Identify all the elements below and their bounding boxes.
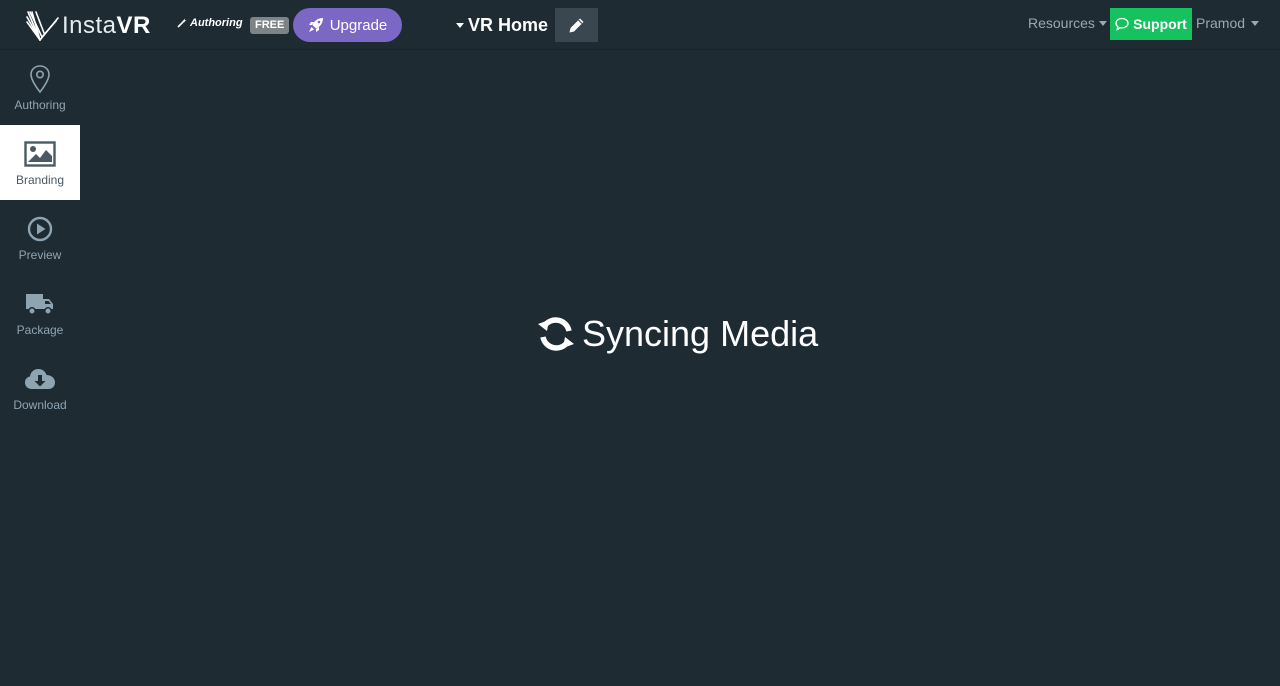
sidebar-item-label: Preview: [18, 248, 62, 262]
instavr-logo-icon: [26, 11, 59, 41]
sidebar-item-branding[interactable]: Branding: [0, 125, 80, 200]
sidebar-item-label: Branding: [15, 173, 65, 187]
map-pin-icon: [28, 63, 52, 95]
sidebar-item-package[interactable]: Package: [0, 275, 80, 350]
user-menu[interactable]: Pramod: [1196, 15, 1260, 31]
sidebar-item-label: Authoring: [14, 98, 66, 112]
project-dropdown[interactable]: VR Home: [456, 12, 548, 38]
sidebar-item-preview[interactable]: Preview: [0, 200, 80, 275]
rocket-icon: [308, 18, 323, 32]
top-navbar: InstaVR Authoring FREE Upgrade VR Home R…: [0, 0, 1280, 50]
upgrade-label: Upgrade: [329, 16, 388, 34]
support-button[interactable]: Support: [1110, 8, 1192, 40]
sidebar-item-label: Download: [13, 398, 67, 412]
pencil-icon: [569, 18, 584, 32]
chevron-down-icon: [1098, 20, 1107, 26]
sync-icon: [538, 317, 574, 351]
project-title: VR Home: [468, 14, 549, 35]
user-name: Pramod: [1196, 15, 1246, 31]
logo-wordmark: InstaVR: [62, 12, 151, 40]
mode-indicator: Authoring: [177, 17, 243, 29]
chevron-down-icon: [1251, 20, 1260, 26]
syncing-status: Syncing Media: [536, 312, 818, 356]
instavr-logo[interactable]: InstaVR: [26, 9, 151, 43]
upgrade-button[interactable]: Upgrade: [293, 8, 402, 42]
sidebar-item-authoring[interactable]: Authoring: [0, 50, 80, 125]
support-label: Support: [1133, 16, 1187, 32]
mode-label: Authoring: [190, 17, 243, 29]
truck-icon: [25, 288, 55, 320]
chevron-down-icon: [456, 22, 464, 28]
resources-label: Resources: [1028, 15, 1095, 31]
cloud-download-icon: [24, 363, 56, 395]
play-circle-icon: [27, 213, 53, 245]
logo-wordmark-bold: VR: [116, 12, 151, 39]
plan-badge: FREE: [250, 17, 290, 34]
edit-project-button[interactable]: [555, 8, 598, 42]
logo-wordmark-light: Insta: [62, 12, 117, 39]
chat-bubble-icon: [1115, 17, 1129, 31]
magic-wand-icon: [177, 18, 187, 28]
sidebar-item-label: Package: [16, 323, 64, 337]
sidebar-item-download[interactable]: Download: [0, 350, 80, 425]
image-icon: [24, 138, 56, 170]
status-text: Syncing Media: [582, 313, 819, 354]
resources-menu[interactable]: Resources: [1028, 15, 1107, 31]
sidebar: Authoring Branding Preview Package Downl…: [0, 50, 80, 425]
